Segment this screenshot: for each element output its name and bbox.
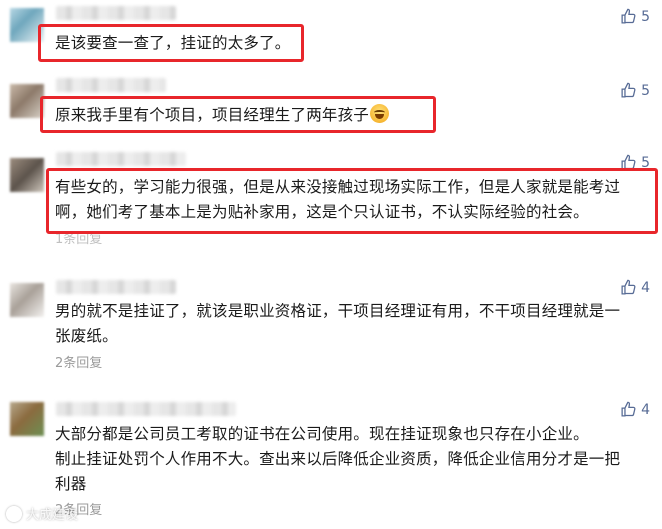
highlight-box xyxy=(40,96,436,133)
avatar[interactable] xyxy=(10,402,44,436)
nickname-blurred[interactable] xyxy=(56,280,176,294)
avatar[interactable] xyxy=(10,158,44,192)
avatar[interactable] xyxy=(10,283,44,317)
comment-line: 大部分都是公司员工考取的证书在公司使用。现在挂证现象也只存在小企业。 xyxy=(55,425,589,443)
thumbs-up-icon xyxy=(621,401,636,417)
comment-text: 大部分都是公司员工考取的证书在公司使用。现在挂证现象也只存在小企业。 制止挂证处… xyxy=(55,422,650,497)
highlight-box xyxy=(38,24,304,62)
comment-line: 张废纸。 xyxy=(55,327,118,345)
watermark: 大成建设 xyxy=(6,504,78,523)
like-count: 4 xyxy=(641,401,650,418)
comment-line: 男的就不是挂证了，就该是职业资格证，干项目经理证有用，不干项目经理就是一 xyxy=(55,302,621,320)
like-button[interactable]: 5 xyxy=(620,82,650,99)
watermark-logo-icon xyxy=(6,505,22,522)
like-count: 5 xyxy=(641,82,650,99)
reply-count-link[interactable]: 2条回复 xyxy=(55,352,102,371)
thumbs-up-icon xyxy=(621,279,636,295)
like-count: 5 xyxy=(641,8,650,25)
comment-line: 制止挂证处罚个人作用不大。查出来以后降低企业资质，降低企业信用分才是一把 xyxy=(55,450,621,468)
nickname-blurred[interactable] xyxy=(56,152,186,166)
thumbs-up-icon xyxy=(621,8,636,24)
like-button[interactable]: 4 xyxy=(620,279,650,296)
thumbs-up-icon xyxy=(621,82,636,98)
like-button[interactable]: 4 xyxy=(620,401,650,418)
like-button[interactable]: 5 xyxy=(620,8,650,25)
nickname-blurred[interactable] xyxy=(56,402,236,416)
nickname-blurred[interactable] xyxy=(56,78,166,92)
avatar[interactable] xyxy=(10,84,44,118)
comment-text: 男的就不是挂证了，就该是职业资格证，干项目经理证有用，不干项目经理就是一 张废纸… xyxy=(55,299,650,349)
like-count: 4 xyxy=(641,279,650,296)
nickname-blurred[interactable] xyxy=(56,6,176,20)
watermark-text: 大成建设 xyxy=(26,508,79,523)
highlight-box xyxy=(46,168,658,234)
comment-line: 利器 xyxy=(55,475,87,493)
